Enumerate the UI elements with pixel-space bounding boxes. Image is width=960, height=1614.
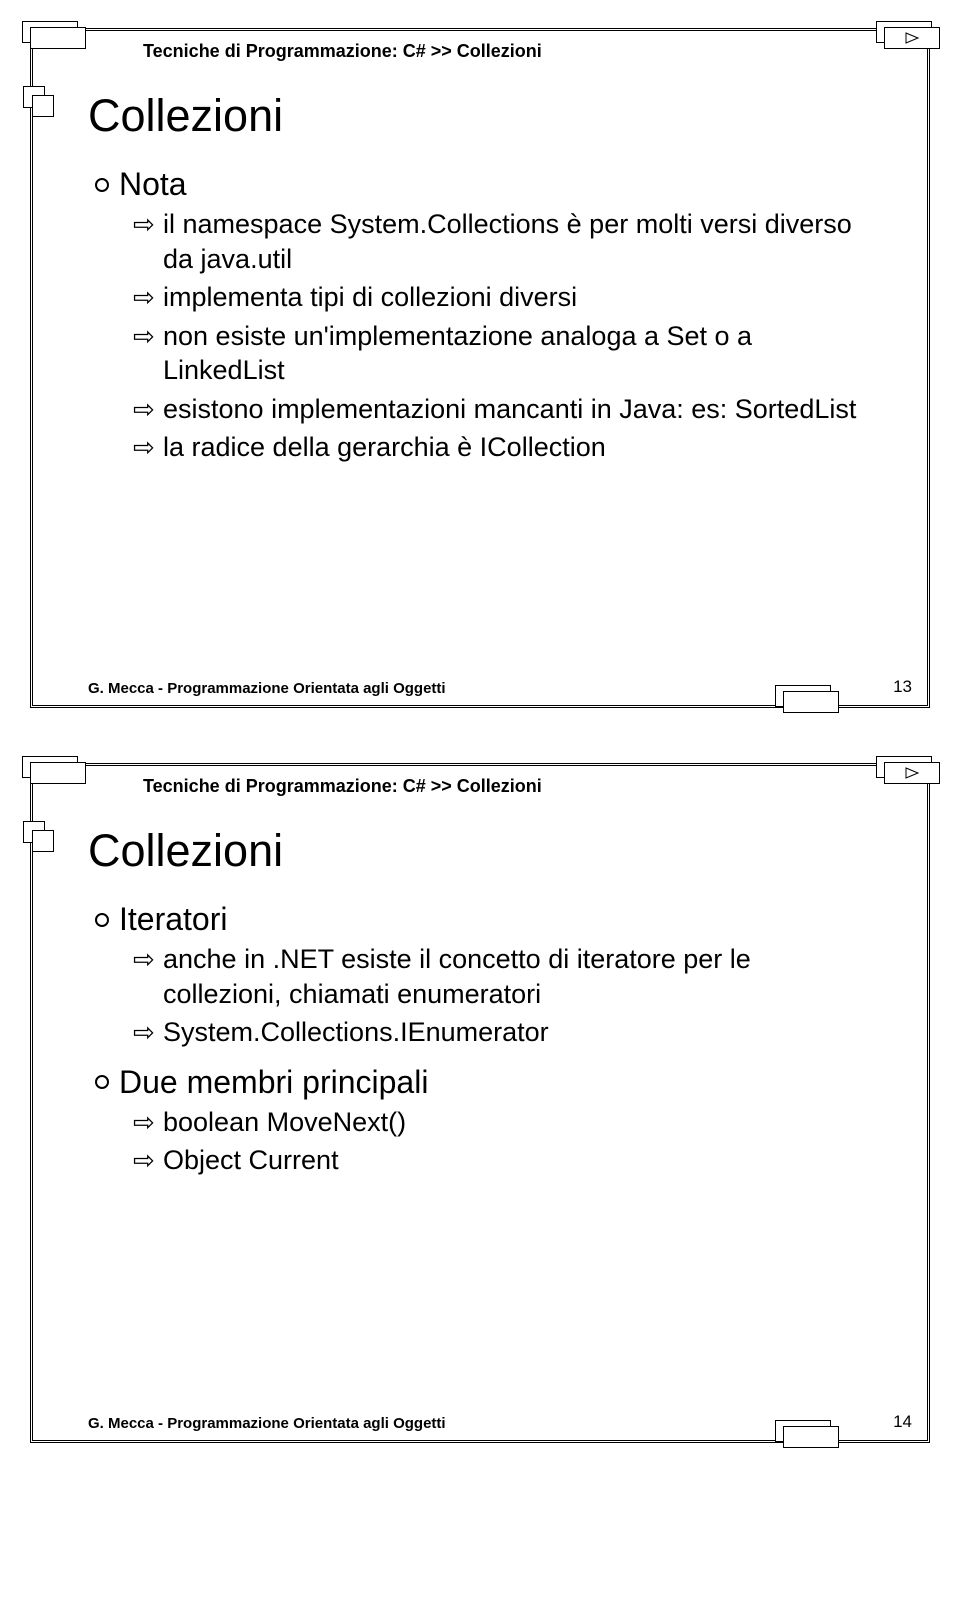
sub-item-text: System.Collections.IEnumerator <box>163 1017 549 1047</box>
circle-bullet-icon <box>95 1075 109 1089</box>
arrow-icon <box>133 207 163 242</box>
sub-item-text: la radice della gerarchia è ICollection <box>163 432 606 462</box>
arrow-icon <box>133 942 163 977</box>
sub-item: anche in .NET esiste il concetto di iter… <box>163 942 872 1011</box>
sub-item-text: implementa tipi di collezioni diversi <box>163 282 577 312</box>
sub-item: implementa tipi di collezioni diversi <box>163 280 872 315</box>
sub-item: boolean MoveNext() <box>163 1105 872 1140</box>
sub-item-text: Object Current <box>163 1145 339 1175</box>
sub-item-text: boolean MoveNext() <box>163 1107 406 1137</box>
slide-1: Tecniche di Programmazione: C# >> Collez… <box>30 28 930 708</box>
arrow-icon <box>133 430 163 465</box>
arrow-icon <box>133 1015 163 1050</box>
circle-bullet-icon <box>95 913 109 927</box>
bullet-item: Iteratori <box>123 901 872 938</box>
slide-title: Collezioni <box>33 807 927 891</box>
sub-item: il namespace System.Collections è per mo… <box>163 207 872 276</box>
slide-title: Collezioni <box>33 72 927 156</box>
sub-item-text: esistono implementazioni mancanti in Jav… <box>163 394 856 424</box>
arrow-icon <box>133 1143 163 1178</box>
sub-item: Object Current <box>163 1143 872 1178</box>
slide-header: Tecniche di Programmazione: C# >> Collez… <box>33 31 927 72</box>
slide-content: Iteratori anche in .NET esiste il concet… <box>33 901 927 1208</box>
slide-content: Nota il namespace System.Collections è p… <box>33 166 927 495</box>
sub-item: la radice della gerarchia è ICollection <box>163 430 872 465</box>
side-decor <box>23 821 53 851</box>
sub-item: esistono implementazioni mancanti in Jav… <box>163 392 872 427</box>
sub-item-text: il namespace System.Collections è per mo… <box>163 209 852 274</box>
bullet-label: Iteratori <box>119 901 227 937</box>
bullet-label: Due membri principali <box>119 1064 428 1100</box>
sub-item-text: non esiste un'implementazione analoga a … <box>163 321 752 386</box>
side-decor <box>23 86 53 116</box>
bullet-item: Nota <box>123 166 872 203</box>
slide-footer: G. Mecca - Programmazione Orientata agli… <box>88 1415 917 1432</box>
slide-number: 13 <box>893 677 912 697</box>
sub-item: non esiste un'implementazione analoga a … <box>163 319 872 388</box>
circle-bullet-icon <box>95 178 109 192</box>
arrow-icon <box>133 1105 163 1140</box>
slide-header: Tecniche di Programmazione: C# >> Collez… <box>33 766 927 807</box>
arrow-icon <box>133 319 163 354</box>
sub-item: System.Collections.IEnumerator <box>163 1015 872 1050</box>
bullet-label: Nota <box>119 166 187 202</box>
slide-number: 14 <box>893 1412 912 1432</box>
sub-item-text: anche in .NET esiste il concetto di iter… <box>163 944 751 1009</box>
bullet-item: Due membri principali <box>123 1064 872 1101</box>
arrow-icon <box>133 392 163 427</box>
slide-2: Tecniche di Programmazione: C# >> Collez… <box>30 763 930 1443</box>
arrow-icon <box>133 280 163 315</box>
slide-footer: G. Mecca - Programmazione Orientata agli… <box>88 680 917 697</box>
